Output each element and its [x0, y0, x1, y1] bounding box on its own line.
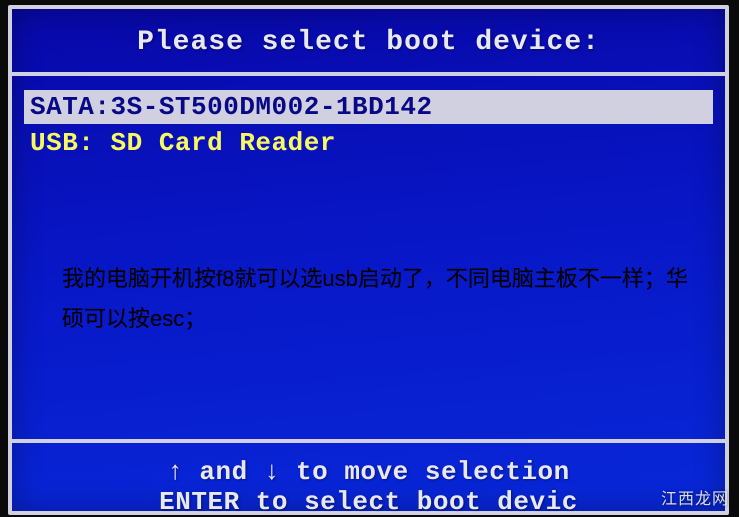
boot-device-sata[interactable]: SATA:3S-ST500DM002-1BD142: [24, 90, 713, 124]
boot-device-list[interactable]: SATA:3S-ST500DM002-1BD142 USB: SD Card R…: [12, 76, 725, 176]
boot-menu-footer: ↑ and ↓ to move selection ENTER to selec…: [12, 439, 725, 517]
boot-device-usb[interactable]: USB: SD Card Reader: [24, 126, 713, 160]
footer-instruction-arrows: ↑ and ↓ to move selection: [12, 457, 725, 487]
bios-outer-frame: Please select boot device: SATA:3S-ST500…: [0, 0, 739, 515]
boot-menu-title: Please select boot device:: [12, 27, 725, 58]
bios-boot-menu: Please select boot device: SATA:3S-ST500…: [8, 5, 729, 515]
watermark-text: 江西龙网: [661, 485, 729, 509]
footer-instruction-enter: ENTER to select boot devic: [12, 487, 725, 517]
boot-menu-header: Please select boot device:: [12, 9, 725, 76]
overlay-annotation-text: 我的电脑开机按f8就可以选usb启动了，不同电脑主板不一样；华硕可以按esc；: [62, 259, 695, 338]
